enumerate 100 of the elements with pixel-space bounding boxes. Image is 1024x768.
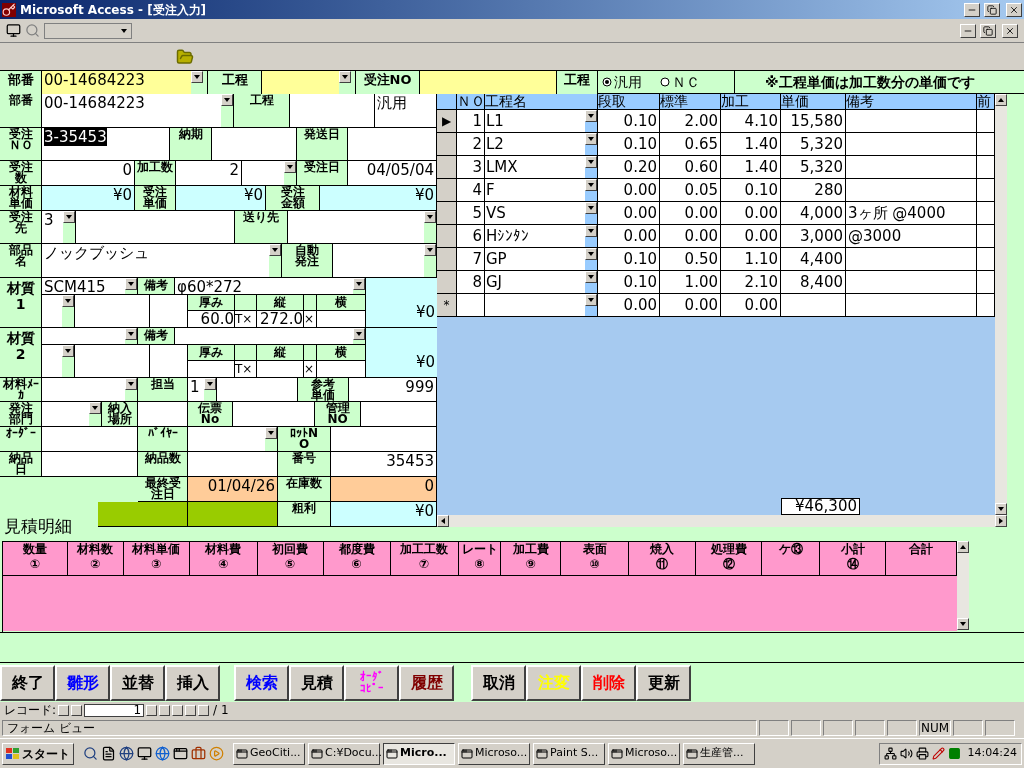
text-field[interactable]: 0 (42, 161, 135, 186)
combo-box[interactable]: 1 (188, 378, 217, 402)
form-button[interactable]: 更新 (636, 664, 691, 701)
text-field[interactable] (317, 311, 366, 328)
dropdown-button[interactable] (125, 378, 137, 390)
dropdown-button[interactable] (585, 225, 597, 237)
record-field[interactable]: 1 (84, 703, 145, 717)
taskbar-button[interactable]: Microso... (458, 742, 530, 765)
taskbar-button[interactable]: Paint S... (533, 742, 605, 765)
dropdown-button[interactable] (62, 295, 74, 307)
combo-box[interactable] (42, 295, 75, 328)
dropdown-button[interactable] (339, 71, 351, 83)
text-field[interactable] (75, 345, 150, 378)
dropdown-button[interactable] (585, 202, 597, 214)
text-field[interactable]: 3-35453 (42, 128, 170, 161)
text-field[interactable] (150, 295, 188, 328)
start-button[interactable]: スタート (2, 742, 74, 765)
row-selector[interactable] (437, 248, 457, 271)
combo-box[interactable]: L2 (485, 133, 598, 156)
row-selector[interactable] (437, 133, 457, 156)
dropdown-field[interactable] (44, 22, 132, 39)
taskbar-button[interactable]: Micro... (383, 742, 455, 765)
dropdown-button[interactable] (585, 271, 597, 283)
printer-icon[interactable] (915, 747, 929, 760)
search-icon[interactable] (83, 746, 98, 761)
combo-box[interactable]: GJ (485, 271, 598, 294)
combo-box[interactable] (42, 328, 138, 345)
dropdown-button[interactable] (585, 294, 597, 306)
combo-box[interactable]: Hｼﾝﾀﾝ (485, 225, 598, 248)
row-selector[interactable] (437, 156, 457, 179)
text-field[interactable]: 272.0 (257, 311, 304, 328)
row-selector[interactable] (437, 202, 457, 225)
text-field[interactable] (420, 71, 557, 95)
row-selector[interactable]: * (437, 294, 457, 317)
briefcase-icon[interactable] (191, 746, 206, 761)
form-view-icon[interactable] (6, 23, 21, 38)
taskbar-button[interactable]: GeoCiti... (233, 742, 305, 765)
dropdown-button[interactable] (204, 378, 216, 390)
combo-box[interactable] (175, 328, 366, 345)
dropdown-button[interactable] (585, 156, 597, 168)
text-field[interactable]: 汎用 (375, 94, 437, 128)
dropdown-button[interactable] (265, 427, 277, 439)
dropdown-button[interactable] (269, 244, 281, 256)
text-field[interactable] (217, 378, 298, 402)
dropdown-button[interactable] (424, 211, 436, 223)
combo-box[interactable] (242, 161, 297, 186)
taskbar-button[interactable]: Microso... (608, 742, 680, 765)
dropdown-button[interactable] (585, 179, 597, 191)
dropdown-button[interactable] (424, 244, 436, 256)
close-button[interactable] (1002, 23, 1018, 38)
dropdown-button[interactable] (191, 71, 203, 83)
browser-icon[interactable] (155, 746, 170, 761)
text-field[interactable]: 999 (349, 378, 437, 402)
window-icon[interactable] (173, 746, 188, 761)
form-button[interactable]: 挿入 (165, 664, 220, 701)
combo-box[interactable]: φ60*272 (175, 278, 366, 295)
combo-box[interactable]: L1 (485, 110, 598, 133)
nav-button[interactable] (172, 704, 184, 716)
text-field[interactable] (361, 402, 437, 427)
row-selector[interactable] (437, 225, 457, 248)
globe-icon[interactable] (119, 746, 134, 761)
text-field[interactable] (138, 402, 188, 427)
text-field[interactable]: 2 (176, 161, 242, 186)
scrollbar[interactable] (957, 541, 969, 630)
nav-button[interactable] (198, 704, 210, 716)
dropdown-button[interactable] (353, 278, 365, 290)
square-icon[interactable] (947, 747, 961, 760)
dropdown-button[interactable] (125, 328, 137, 340)
restore-button[interactable] (984, 2, 1000, 17)
text-field[interactable] (331, 427, 437, 452)
combo-box[interactable]: 00-14684223 (42, 71, 208, 95)
combo-box[interactable]: ノックブッシュ (42, 244, 282, 278)
text-field[interactable]: 04/05/04 (348, 161, 437, 186)
combo-box[interactable]: 00-14684223 (42, 94, 234, 128)
text-field[interactable]: 35453 (331, 452, 437, 477)
form-button[interactable]: 取消 (471, 664, 526, 701)
nav-button[interactable] (58, 704, 70, 716)
text-field[interactable] (188, 361, 235, 378)
text-field[interactable] (150, 345, 188, 378)
text-field[interactable] (188, 452, 278, 477)
text-field[interactable] (233, 402, 315, 427)
combo-box[interactable]: 3 (42, 211, 76, 244)
text-field[interactable] (317, 361, 366, 378)
nav-button[interactable] (71, 704, 83, 716)
speaker-icon[interactable] (899, 747, 913, 760)
row-selector[interactable] (437, 271, 457, 294)
radio-option[interactable]: 汎用 (602, 71, 642, 93)
nav-button[interactable] (185, 704, 197, 716)
text-field[interactable] (42, 452, 138, 477)
combo-box[interactable]: GP (485, 248, 598, 271)
dropdown-button[interactable] (63, 211, 75, 223)
restore-button[interactable] (980, 23, 996, 38)
text-field[interactable] (76, 211, 235, 244)
form-button[interactable]: 終了 (0, 664, 55, 701)
text-field[interactable] (75, 295, 150, 328)
minimize-button[interactable] (964, 2, 980, 17)
scrollbar[interactable] (437, 515, 1007, 527)
pencil-icon[interactable] (931, 747, 945, 760)
row-selector[interactable]: ▶ (437, 110, 457, 133)
text-field[interactable] (257, 361, 304, 378)
